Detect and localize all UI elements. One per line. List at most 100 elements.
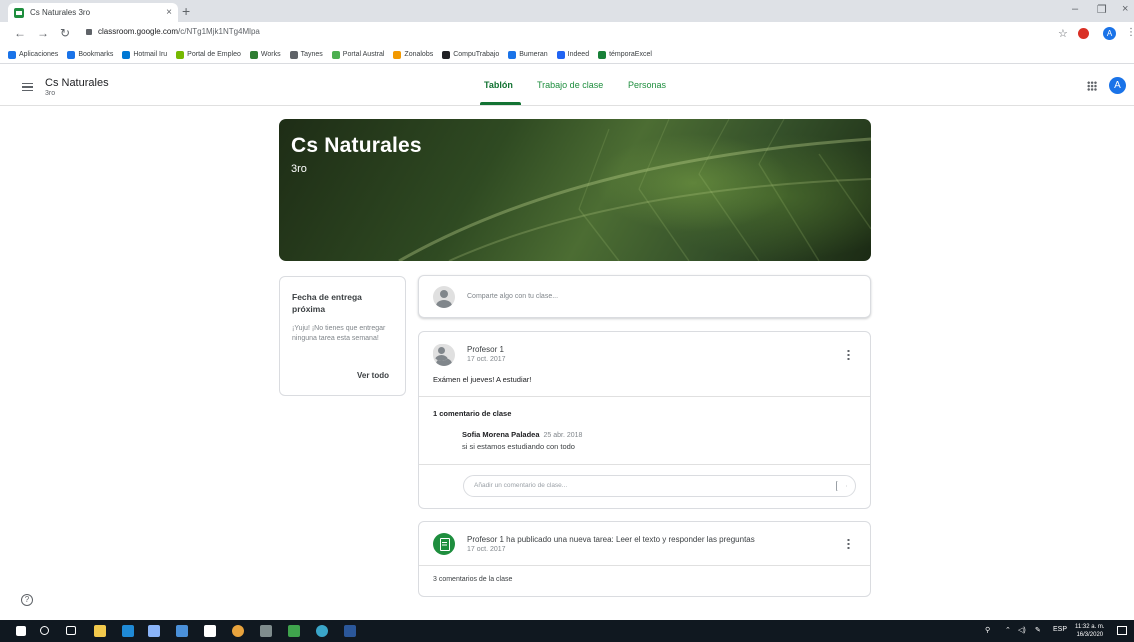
edge-icon[interactable]: [122, 625, 134, 637]
bookmark-label: Portal Austral: [342, 51, 385, 58]
bookmark-favicon-icon: [598, 50, 607, 59]
bookmark-label: CompuTrabajo: [453, 51, 500, 58]
bookmark-label: Zonalobs: [404, 51, 434, 58]
bookmark-item[interactable]: témporaExcel: [598, 50, 652, 59]
bookmark-item[interactable]: Portal de Empleo: [176, 50, 241, 59]
tab-stream[interactable]: Tablón: [484, 80, 513, 90]
bookmark-item[interactable]: Indeed: [556, 50, 589, 59]
main-menu-icon[interactable]: [22, 83, 33, 91]
store-icon[interactable]: [204, 625, 216, 637]
notifications-icon[interactable]: [1117, 626, 1127, 635]
class-name[interactable]: Cs Naturales: [45, 77, 109, 89]
share-placeholder[interactable]: Comparte algo con tu clase...: [467, 293, 558, 300]
new-tab-button[interactable]: +: [182, 3, 190, 19]
help-icon[interactable]: ?: [21, 594, 33, 606]
bookmark-star-icon[interactable]: ☆: [1058, 27, 1068, 40]
bookmark-favicon-icon: [8, 50, 16, 59]
comment-input-placeholder: Añadir un comentario de clase...: [474, 482, 568, 489]
people-icon[interactable]: ⚲: [985, 626, 990, 634]
bookmark-item[interactable]: CompuTrabajo: [442, 50, 500, 59]
chrome-icon[interactable]: [232, 625, 244, 637]
bookmark-favicon-icon: [508, 50, 517, 59]
forward-arrow-icon[interactable]: →: [37, 26, 49, 40]
task-view-icon[interactable]: [66, 626, 76, 635]
volume-icon[interactable]: ◁): [1018, 626, 1026, 634]
url-host: classroom.google.com: [98, 27, 179, 36]
divider: [419, 565, 870, 566]
class-section: 3ro: [45, 90, 56, 97]
close-window-button[interactable]: ×: [1122, 3, 1128, 15]
class-banner: Cs Naturales 3ro: [279, 119, 871, 261]
bookmarks-bar: Aplicaciones Bookmarks Hotmail Iru Portal d…: [0, 46, 1134, 64]
browser-menu-icon[interactable]: ⋮: [1126, 27, 1134, 38]
bookmark-item[interactable]: Aplicaciones: [8, 50, 58, 59]
url-input[interactable]: classroom.google.com/c/NTg1Mjk1NTg4Mlpa: [86, 27, 260, 36]
post-author: Profesor 1: [467, 345, 504, 354]
comments-count[interactable]: 1 comentario de clase: [433, 409, 511, 418]
assignment-title[interactable]: Profesor 1 ha publicado una nueva tarea:…: [467, 535, 755, 544]
post-date: 17 oct. 2017: [467, 356, 506, 363]
announcement-card: Profesor 1 17 oct. 2017 Exámen el jueves…: [418, 331, 871, 509]
windows-start-icon[interactable]: [16, 626, 26, 636]
word-icon[interactable]: [344, 625, 356, 637]
bookmark-item[interactable]: Taynes: [289, 50, 323, 59]
browser-tab[interactable]: Cs Naturales 3ro ×: [8, 3, 178, 22]
comment-date: 25 abr. 2018: [543, 432, 583, 439]
upcoming-text: ¡Yuju! ¡No tienes que entregar ninguna t…: [292, 325, 386, 342]
bookmark-item[interactable]: Zonalobs: [393, 50, 434, 59]
back-arrow-icon[interactable]: ←: [14, 26, 26, 40]
comment-author-name: Sofia Morena Paladea: [462, 430, 540, 439]
send-icon[interactable]: [837, 481, 847, 491]
more-options-icon[interactable]: [847, 538, 850, 549]
account-avatar[interactable]: A: [1109, 77, 1126, 94]
extension-icon[interactable]: [1078, 28, 1089, 39]
tray-chevron-icon[interactable]: ⌃: [1005, 626, 1011, 634]
bookmark-item[interactable]: Bookmarks: [67, 50, 113, 59]
comment-text: si si estamos estudiando con todo: [462, 442, 575, 451]
lock-icon: [86, 28, 92, 35]
bookmark-item[interactable]: Hotmail Iru: [122, 50, 167, 59]
pen-icon[interactable]: ✎: [1035, 626, 1041, 634]
share-box[interactable]: Comparte algo con tu clase...: [418, 275, 871, 318]
bookmark-item[interactable]: Portal Austral: [331, 50, 385, 59]
app-icon[interactable]: [316, 625, 328, 637]
more-options-icon[interactable]: [847, 349, 850, 360]
tab-classwork[interactable]: Trabajo de clase: [537, 80, 603, 90]
address-bar-row: ← → ↻ classroom.google.com/c/NTg1Mjk1NTg…: [0, 22, 1134, 46]
tab-people[interactable]: Personas: [628, 80, 666, 90]
clock-date: 16/3/2020: [1076, 632, 1104, 638]
classroom-favicon-icon: [14, 7, 24, 18]
assignment-card[interactable]: Profesor 1 ha publicado una nueva tarea:…: [418, 521, 871, 597]
restore-button[interactable]: ❐: [1097, 3, 1107, 16]
search-icon[interactable]: [40, 626, 49, 635]
classroom-header: Cs Naturales 3ro Tablón Trabajo de clase…: [0, 65, 1134, 106]
clock[interactable]: 11:32 a. m. 16/3/2020: [1075, 623, 1105, 639]
comment-author: Sofia Morena Paladea 25 abr. 2018: [462, 430, 582, 439]
calculator-icon[interactable]: [148, 625, 160, 637]
bookmark-item[interactable]: Bumeran: [508, 50, 548, 59]
bookmark-item[interactable]: Works: [249, 50, 281, 59]
bookmark-favicon-icon: [442, 50, 451, 59]
browser-tab-title: Cs Naturales 3ro: [30, 8, 91, 17]
file-explorer-icon[interactable]: [94, 625, 106, 637]
bookmark-label: témporaExcel: [609, 51, 652, 58]
bookmark-favicon-icon: [556, 50, 565, 59]
google-apps-icon[interactable]: [1087, 81, 1097, 91]
view-all-link[interactable]: Ver todo: [357, 371, 389, 380]
comment-input[interactable]: Añadir un comentario de clase...: [463, 475, 856, 497]
reload-icon[interactable]: ↻: [60, 26, 70, 40]
bookmark-label: Taynes: [300, 51, 323, 58]
close-tab-icon[interactable]: ×: [166, 7, 172, 18]
clock-time: 11:32 a. m.: [1075, 624, 1105, 630]
mail-icon[interactable]: [176, 625, 188, 637]
minimize-button[interactable]: –: [1072, 3, 1078, 15]
url-path: /c/NTg1Mjk1NTg4Mlpa: [178, 27, 260, 36]
browser-profile-avatar[interactable]: A: [1103, 27, 1116, 40]
app-icon[interactable]: [260, 625, 272, 637]
language-indicator[interactable]: ESP: [1053, 626, 1067, 633]
assignment-comments-count[interactable]: 3 comentarios de la clase: [433, 576, 512, 583]
browser-tab-strip: Cs Naturales 3ro × + – ❐ ×: [0, 0, 1134, 22]
dreamweaver-icon[interactable]: [288, 625, 300, 637]
banner-title[interactable]: Cs Naturales: [291, 134, 422, 158]
active-tab-indicator: [480, 102, 521, 105]
